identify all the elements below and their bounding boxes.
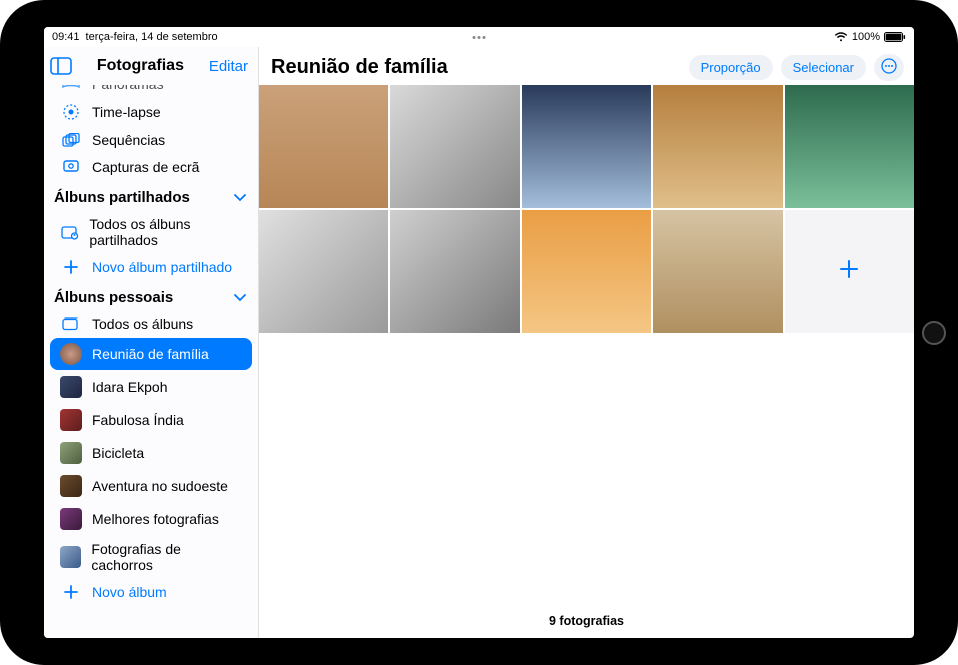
sidebar-title: Fotografias bbox=[72, 57, 209, 75]
photo-thumbnail[interactable] bbox=[259, 210, 388, 333]
select-button[interactable]: Selecionar bbox=[781, 55, 866, 80]
edit-button[interactable]: Editar bbox=[209, 58, 248, 75]
album-thumbnail bbox=[60, 475, 82, 497]
sidebar-item-label: Aventura no sudoeste bbox=[92, 478, 228, 494]
sidebar-list[interactable]: Panoramas Time-lapse Sequências bbox=[44, 85, 258, 638]
sidebar-item-timelapse[interactable]: Time-lapse bbox=[50, 98, 252, 126]
more-button[interactable] bbox=[874, 54, 904, 81]
sidebar-item-label: Panoramas bbox=[92, 85, 164, 92]
albums-icon bbox=[60, 317, 82, 331]
chevron-down-icon bbox=[234, 289, 246, 306]
wifi-icon bbox=[834, 32, 848, 42]
album-thumbnail bbox=[60, 376, 82, 398]
section-title: Álbuns pessoais bbox=[54, 289, 173, 306]
sidebar-item-label: Melhores fotografias bbox=[92, 511, 219, 527]
sidebar-item-label: Novo álbum partilhado bbox=[92, 259, 232, 275]
sidebar-item-screenshots[interactable]: Capturas de ecrã bbox=[50, 154, 252, 180]
ellipsis-icon bbox=[881, 58, 897, 77]
burst-icon bbox=[60, 133, 82, 147]
timelapse-icon bbox=[60, 103, 82, 121]
sidebar-item-new-album[interactable]: Novo álbum bbox=[50, 579, 252, 605]
photo-grid bbox=[259, 85, 914, 333]
sidebar-item-label: Novo álbum bbox=[92, 584, 167, 600]
sidebar-item-label: Reunião de família bbox=[92, 346, 209, 362]
shared-album-icon bbox=[60, 224, 79, 240]
section-title: Álbuns partilhados bbox=[54, 189, 190, 206]
sidebar-album-puppies[interactable]: Fotografias de cachorros bbox=[50, 536, 252, 578]
photo-thumbnail[interactable] bbox=[785, 85, 914, 208]
photo-count-label: 9 fotografias bbox=[259, 608, 914, 638]
sidebar-item-label: Bicicleta bbox=[92, 445, 144, 461]
battery-percent: 100% bbox=[852, 31, 880, 43]
photo-grid-scroll[interactable] bbox=[259, 85, 914, 608]
album-thumbnail bbox=[60, 409, 82, 431]
album-title: Reunião de família bbox=[271, 56, 681, 79]
screenshot-icon bbox=[60, 159, 82, 175]
photo-thumbnail[interactable] bbox=[522, 210, 651, 333]
sidebar-item-all-shared[interactable]: Todos os álbuns partilhados bbox=[50, 211, 252, 253]
sidebar-item-new-shared[interactable]: Novo álbum partilhado bbox=[50, 254, 252, 280]
sidebar-album-best-photos[interactable]: Melhores fotografias bbox=[50, 503, 252, 535]
home-button[interactable] bbox=[922, 321, 946, 345]
chevron-down-icon bbox=[234, 189, 246, 206]
status-time: 09:41 bbox=[52, 31, 80, 43]
sidebar-item-label: Fotografias de cachorros bbox=[91, 541, 242, 573]
panorama-icon bbox=[60, 85, 82, 90]
photo-thumbnail[interactable] bbox=[259, 85, 388, 208]
sidebar-item-bursts[interactable]: Sequências bbox=[50, 127, 252, 153]
sidebar-item-label: Sequências bbox=[92, 132, 165, 148]
status-date: terça-feira, 14 de setembro bbox=[86, 31, 218, 43]
photos-app: Fotografias Editar Panoramas bbox=[44, 47, 914, 638]
status-bar: 09:41 terça-feira, 14 de setembro 100% bbox=[44, 27, 914, 47]
ipad-frame: 09:41 terça-feira, 14 de setembro 100% bbox=[0, 0, 958, 665]
screen: 09:41 terça-feira, 14 de setembro 100% bbox=[44, 27, 914, 638]
sidebar-item-label: Idara Ekpoh bbox=[92, 379, 168, 395]
sidebar-header: Fotografias Editar bbox=[44, 47, 258, 85]
sidebar-album-southwest[interactable]: Aventura no sudoeste bbox=[50, 470, 252, 502]
sidebar-toggle-icon[interactable] bbox=[50, 57, 72, 75]
sidebar-item-label: Capturas de ecrã bbox=[92, 159, 199, 175]
sidebar-item-panoramas[interactable]: Panoramas bbox=[50, 85, 252, 97]
sidebar: Fotografias Editar Panoramas bbox=[44, 47, 259, 638]
multitask-dots[interactable] bbox=[473, 36, 486, 39]
album-thumbnail bbox=[60, 442, 82, 464]
battery-full-icon bbox=[884, 32, 906, 42]
sidebar-album-bicycle[interactable]: Bicicleta bbox=[50, 437, 252, 469]
add-photo-button[interactable] bbox=[785, 210, 914, 333]
section-shared-albums[interactable]: Álbuns partilhados bbox=[44, 181, 258, 210]
album-thumbnail bbox=[60, 343, 82, 365]
photo-thumbnail[interactable] bbox=[390, 210, 519, 333]
plus-icon bbox=[60, 584, 82, 600]
sidebar-item-label: Todos os álbuns bbox=[92, 316, 193, 332]
album-thumbnail bbox=[60, 546, 81, 568]
sidebar-item-label: Time-lapse bbox=[92, 104, 161, 120]
plus-icon bbox=[837, 256, 861, 288]
sidebar-item-label: Fabulosa Índia bbox=[92, 412, 184, 428]
photo-thumbnail[interactable] bbox=[522, 85, 651, 208]
aspect-button[interactable]: Proporção bbox=[689, 55, 773, 80]
section-personal-albums[interactable]: Álbuns pessoais bbox=[44, 281, 258, 310]
plus-icon bbox=[60, 259, 82, 275]
sidebar-album-family-reunion[interactable]: Reunião de família bbox=[50, 338, 252, 370]
photo-thumbnail[interactable] bbox=[653, 210, 782, 333]
sidebar-album-india[interactable]: Fabulosa Índia bbox=[50, 404, 252, 436]
main-content: Reunião de família Proporção Selecionar bbox=[259, 47, 914, 638]
sidebar-album-idara[interactable]: Idara Ekpoh bbox=[50, 371, 252, 403]
main-header: Reunião de família Proporção Selecionar bbox=[259, 47, 914, 85]
sidebar-item-all-albums[interactable]: Todos os álbuns bbox=[50, 311, 252, 337]
sidebar-item-label: Todos os álbuns partilhados bbox=[89, 216, 242, 248]
album-thumbnail bbox=[60, 508, 82, 530]
photo-thumbnail[interactable] bbox=[390, 85, 519, 208]
photo-thumbnail[interactable] bbox=[653, 85, 782, 208]
